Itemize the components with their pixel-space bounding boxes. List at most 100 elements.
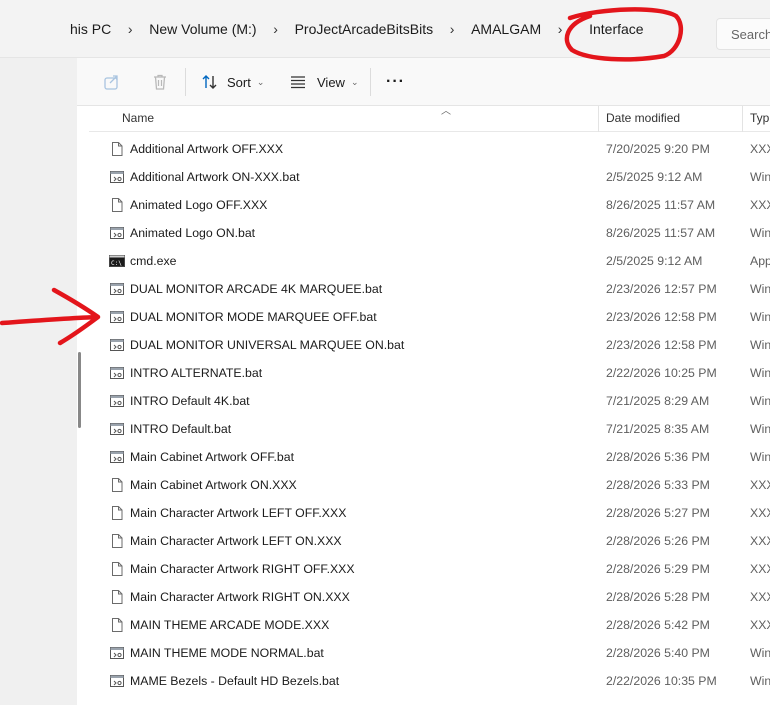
file-icon — [109, 561, 125, 577]
file-date-modified: 2/5/2025 9:12 AM — [606, 170, 703, 184]
file-name[interactable]: DUAL MONITOR MODE MARQUEE OFF.bat — [130, 310, 377, 324]
file-row[interactable]: MAIN THEME MODE NORMAL.bat 2/28/2026 5:40… — [89, 639, 770, 667]
file-name[interactable]: MAIN THEME ARCADE MODE.XXX — [130, 618, 329, 632]
navigation-pane[interactable] — [0, 58, 77, 705]
file-date-modified: 2/28/2026 5:36 PM — [606, 450, 710, 464]
chevron-right-icon[interactable]: › — [115, 21, 145, 37]
trash-icon — [154, 74, 166, 90]
file-date-modified: 2/23/2026 12:58 PM — [606, 310, 717, 324]
file-row[interactable]: DUAL MONITOR ARCADE 4K MARQUEE.bat 2/23/2… — [89, 275, 770, 303]
navigation-scrollbar[interactable] — [78, 352, 81, 428]
chevron-right-icon[interactable]: › — [437, 21, 467, 37]
chevron-right-icon[interactable]: › — [261, 21, 291, 37]
view-button[interactable]: View ⌄ — [289, 70, 359, 94]
column-divider[interactable] — [742, 106, 743, 132]
file-name[interactable]: Main Character Artwork LEFT OFF.XXX — [130, 506, 346, 520]
file-type: XXX — [750, 618, 770, 632]
file-row[interactable]: Main Character Artwork RIGHT ON.XXX 2/28/… — [89, 583, 770, 611]
file-type: App — [750, 254, 770, 268]
file-icon — [109, 197, 125, 213]
bat-file-icon — [109, 169, 125, 185]
file-row[interactable]: Additional Artwork OFF.XXX 7/20/2025 9:20… — [89, 135, 770, 163]
file-icon — [109, 617, 125, 633]
chevron-right-icon[interactable]: › — [545, 21, 575, 37]
file-row[interactable]: Main Cabinet Artwork OFF.bat 2/28/2026 5:… — [89, 443, 770, 471]
bat-file-icon — [109, 393, 125, 409]
sort-button[interactable]: Sort ⌄ — [201, 70, 264, 94]
file-row[interactable]: Main Cabinet Artwork ON.XXX 2/28/2026 5:3… — [89, 471, 770, 499]
file-row[interactable]: DUAL MONITOR MODE MARQUEE OFF.bat 2/23/20… — [89, 303, 770, 331]
file-name[interactable]: Main Character Artwork RIGHT ON.XXX — [130, 590, 350, 604]
file-row[interactable]: DUAL MONITOR UNIVERSAL MARQUEE ON.bat 2/2… — [89, 331, 770, 359]
delete-button[interactable] — [151, 70, 169, 94]
file-type: XXX — [750, 142, 770, 156]
file-name[interactable]: Additional Artwork OFF.XXX — [130, 142, 283, 156]
file-row[interactable]: Main Character Artwork LEFT OFF.XXX 2/28/… — [89, 499, 770, 527]
file-name[interactable]: Main Cabinet Artwork OFF.bat — [130, 450, 294, 464]
breadcrumb-new-volume[interactable]: New Volume (M:) — [145, 21, 260, 37]
column-header-date-modified[interactable]: Date modified — [606, 111, 680, 125]
file-type: XXX — [750, 198, 770, 212]
file-type: XXX — [750, 534, 770, 548]
column-header-name[interactable]: Name — [122, 111, 154, 125]
file-date-modified: 7/20/2025 9:20 PM — [606, 142, 710, 156]
file-row[interactable]: Main Character Artwork RIGHT OFF.XXX 2/28… — [89, 555, 770, 583]
file-name[interactable]: Main Character Artwork LEFT ON.XXX — [130, 534, 342, 548]
more-options-button[interactable]: ··· — [386, 70, 405, 94]
file-row[interactable]: MAIN THEME ARCADE MODE.XXX 2/28/2026 5:42… — [89, 611, 770, 639]
column-divider[interactable] — [598, 106, 599, 132]
breadcrumb-project-folder[interactable]: ProJectArcadeBitsBits — [291, 21, 438, 37]
file-date-modified: 2/28/2026 5:42 PM — [606, 618, 710, 632]
file-date-modified: 2/5/2025 9:12 AM — [606, 254, 703, 268]
file-name[interactable]: INTRO Default 4K.bat — [130, 394, 250, 408]
file-row[interactable]: Additional Artwork ON-XXX.bat 2/5/2025 9:… — [89, 163, 770, 191]
search-input[interactable]: Search — [716, 18, 770, 50]
file-row[interactable]: C:\ cmd.exe 2/5/2025 9:12 AM App — [89, 247, 770, 275]
file-row[interactable]: Animated Logo OFF.XXX 8/26/2025 11:57 AM X… — [89, 191, 770, 219]
chevron-down-icon: ⌄ — [350, 76, 359, 87]
toolbar-divider — [185, 68, 186, 96]
view-label: View — [317, 74, 345, 90]
file-row[interactable]: Main Character Artwork LEFT ON.XXX 2/28/2… — [89, 527, 770, 555]
file-name[interactable]: Main Character Artwork RIGHT OFF.XXX — [130, 562, 355, 576]
file-name[interactable]: Additional Artwork ON-XXX.bat — [130, 170, 300, 184]
file-name[interactable]: Animated Logo OFF.XXX — [130, 198, 267, 212]
file-type: Win — [750, 338, 770, 352]
file-row[interactable]: MAME Bezels - Default HD Bezels.bat 2/22/… — [89, 667, 770, 695]
breadcrumb-this-pc[interactable]: his PC — [66, 21, 115, 37]
file-type: Win — [750, 450, 770, 464]
file-type: Win — [750, 394, 770, 408]
bat-file-icon — [109, 449, 125, 465]
sort-ascending-icon: ︿ — [441, 106, 451, 117]
bat-file-icon — [109, 673, 125, 689]
file-name[interactable]: cmd.exe — [130, 254, 176, 268]
file-date-modified: 2/22/2026 10:35 PM — [606, 674, 717, 688]
share-button[interactable] — [103, 70, 121, 94]
file-name[interactable]: INTRO ALTERNATE.bat — [130, 366, 262, 380]
share-icon — [104, 75, 118, 90]
file-name[interactable]: MAME Bezels - Default HD Bezels.bat — [130, 674, 339, 688]
toolbar-divider — [370, 68, 371, 96]
file-type: Win — [750, 170, 770, 184]
breadcrumb-interface[interactable]: Interface — [585, 21, 647, 37]
file-name[interactable]: DUAL MONITOR ARCADE 4K MARQUEE.bat — [130, 282, 382, 296]
file-date-modified: 2/28/2026 5:26 PM — [606, 534, 710, 548]
file-icon — [109, 589, 125, 605]
cmd-icon: C:\ — [109, 253, 125, 269]
column-header-row: ︿ Name Date modified Typ — [89, 106, 770, 132]
file-name[interactable]: DUAL MONITOR UNIVERSAL MARQUEE ON.bat — [130, 338, 404, 352]
address-bar[interactable]: his PC › New Volume (M:) › ProJectArcade… — [0, 0, 770, 58]
file-name[interactable]: MAIN THEME MODE NORMAL.bat — [130, 646, 324, 660]
file-row[interactable]: INTRO Default.bat 7/21/2025 8:35 AM Win — [89, 415, 770, 443]
file-name[interactable]: INTRO Default.bat — [130, 422, 231, 436]
file-type: Win — [750, 422, 770, 436]
column-header-type[interactable]: Typ — [750, 111, 769, 125]
file-name[interactable]: Main Cabinet Artwork ON.XXX — [130, 478, 297, 492]
file-name[interactable]: Animated Logo ON.bat — [130, 226, 255, 240]
file-type: Win — [750, 282, 770, 296]
file-row[interactable]: INTRO Default 4K.bat 7/21/2025 8:29 AM Win — [89, 387, 770, 415]
bat-file-icon — [109, 337, 125, 353]
file-row[interactable]: Animated Logo ON.bat 8/26/2025 11:57 AM Wi… — [89, 219, 770, 247]
file-row[interactable]: INTRO ALTERNATE.bat 2/22/2026 10:25 PM Win — [89, 359, 770, 387]
breadcrumb-amalgam[interactable]: AMALGAM — [467, 21, 545, 37]
